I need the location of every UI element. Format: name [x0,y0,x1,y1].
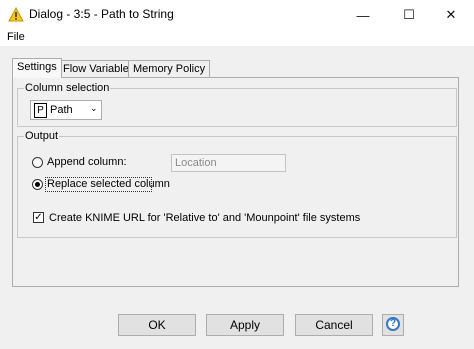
replace-column-label: Replace selected column [47,178,170,190]
path-type-icon: P [34,103,47,118]
output-legend: Output [24,130,60,143]
window-title: Dialog - 3:5 - Path to String [29,7,174,21]
chevron-down-icon: ⌄ [90,103,98,113]
apply-button[interactable]: Apply [206,314,284,336]
knime-warning-triangle-icon [8,7,24,22]
new-column-name-input[interactable]: Location [171,154,286,172]
tab-settings[interactable]: Settings [12,58,62,78]
title-bar: Dialog - 3:5 - Path to String — ☐ ✕ [0,0,474,30]
create-knime-url-label: Create KNIME URL for 'Relative to' and '… [49,212,361,224]
radio-selected-dot [35,182,40,187]
ok-button[interactable]: OK [118,314,196,336]
close-button[interactable]: ✕ [428,0,474,30]
append-column-radio[interactable] [32,157,43,168]
append-column-label: Append column: [47,156,127,168]
maximize-button[interactable]: ☐ [386,0,432,30]
column-selection-legend: Column selection [24,82,111,95]
create-knime-url-checkbox[interactable]: ✓ [33,212,44,223]
help-button[interactable]: ? [382,314,404,336]
menu-file[interactable]: File [7,31,25,43]
tab-memory-policy[interactable]: Memory Policy [128,60,211,77]
column-select[interactable]: P Path ⌄ [30,100,102,120]
replace-column-radio[interactable] [32,179,43,190]
menu-bar: File [0,30,474,46]
column-select-value: Path [50,104,73,116]
cancel-button[interactable]: Cancel [295,314,373,336]
minimize-button[interactable]: — [340,0,386,30]
help-icon: ? [386,317,400,331]
